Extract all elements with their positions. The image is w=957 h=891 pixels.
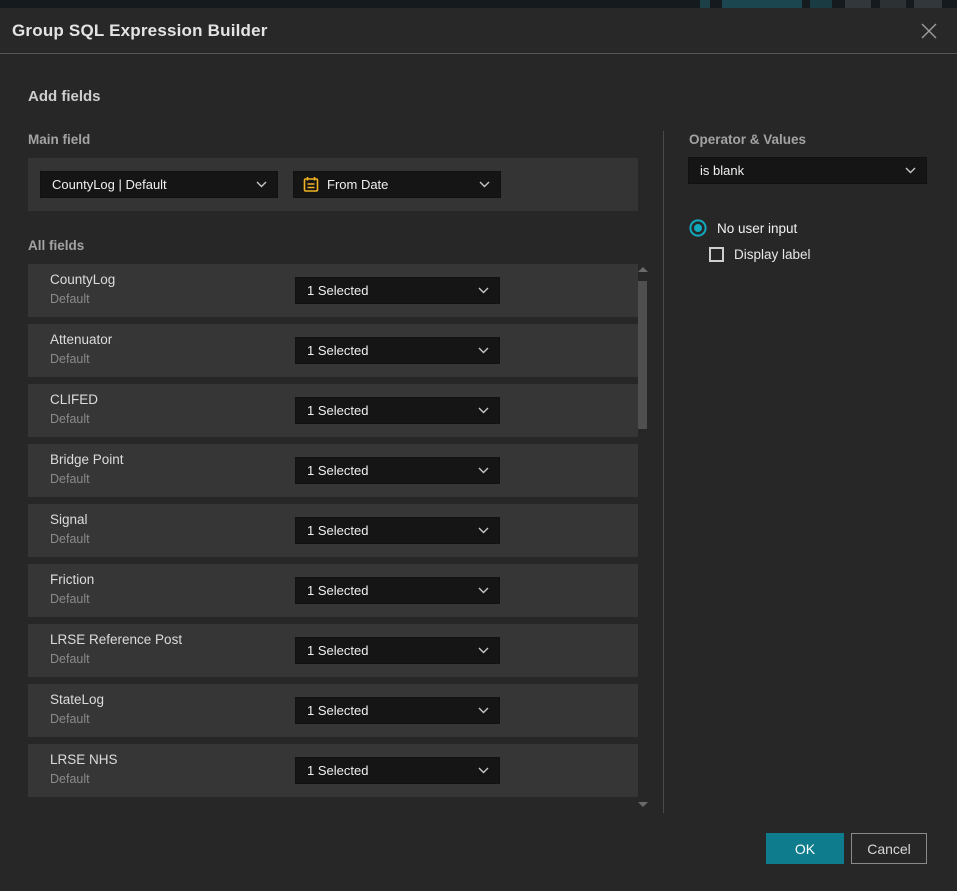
background-app-strip (0, 0, 957, 8)
field-row: LRSE Reference Post Default 1 Selected (28, 624, 638, 677)
field-name-label: Signal (50, 512, 88, 527)
main-field-source-dropdown[interactable]: CountyLog | Default (40, 171, 278, 198)
chevron-down-icon (478, 767, 489, 774)
chevron-down-icon (478, 467, 489, 474)
field-name-label: Attenuator (50, 332, 112, 347)
operator-value: is blank (689, 163, 905, 178)
dialog-titlebar: Group SQL Expression Builder (0, 8, 957, 54)
scroll-down-arrow-icon[interactable] (638, 802, 648, 807)
background-artifact (810, 0, 832, 8)
background-artifact (880, 0, 906, 8)
chevron-down-icon (256, 181, 267, 188)
screen: Group SQL Expression Builder Add fields … (0, 0, 957, 891)
chevron-down-icon (478, 647, 489, 654)
background-artifact (700, 0, 710, 8)
chevron-down-icon (479, 181, 490, 188)
chevron-down-icon (478, 407, 489, 414)
field-row: CountyLog Default 1 Selected (28, 264, 638, 317)
field-selected-dropdown[interactable]: 1 Selected (295, 457, 500, 484)
field-selected-dropdown[interactable]: 1 Selected (295, 337, 500, 364)
field-selected-value: 1 Selected (296, 763, 478, 778)
chevron-down-icon (478, 587, 489, 594)
field-name-label: CLIFED (50, 392, 98, 407)
field-subtitle-label: Default (50, 352, 90, 366)
chevron-down-icon (478, 287, 489, 294)
main-field-label: Main field (28, 132, 90, 147)
no-user-input-radio[interactable]: No user input (689, 219, 797, 237)
cancel-button[interactable]: Cancel (851, 833, 927, 864)
field-name-label: Bridge Point (50, 452, 124, 467)
main-field-field-dropdown[interactable]: From Date (293, 171, 501, 198)
field-selected-value: 1 Selected (296, 583, 478, 598)
field-selected-dropdown[interactable]: 1 Selected (295, 637, 500, 664)
close-icon (920, 22, 938, 40)
field-selected-value: 1 Selected (296, 343, 478, 358)
main-field-field-value: From Date (327, 177, 479, 192)
ok-button[interactable]: OK (766, 833, 844, 864)
no-user-input-label: No user input (717, 221, 797, 236)
field-selected-dropdown[interactable]: 1 Selected (295, 517, 500, 544)
field-subtitle-label: Default (50, 772, 90, 786)
field-row: Signal Default 1 Selected (28, 504, 638, 557)
field-name-label: LRSE Reference Post (50, 632, 182, 647)
dialog-title: Group SQL Expression Builder (12, 21, 268, 41)
background-artifact (722, 0, 802, 8)
field-subtitle-label: Default (50, 652, 90, 666)
field-subtitle-label: Default (50, 532, 90, 546)
radio-selected-icon (689, 219, 707, 237)
field-name-label: CountyLog (50, 272, 115, 287)
field-selected-value: 1 Selected (296, 643, 478, 658)
background-artifact (845, 0, 871, 8)
add-fields-heading: Add fields (28, 88, 101, 105)
scrollbar-thumb[interactable] (638, 281, 647, 429)
scroll-up-arrow-icon[interactable] (638, 267, 648, 272)
field-selected-value: 1 Selected (296, 463, 478, 478)
scrollbar (637, 262, 649, 810)
field-selected-value: 1 Selected (296, 403, 478, 418)
field-selected-dropdown[interactable]: 1 Selected (295, 697, 500, 724)
field-selected-dropdown[interactable]: 1 Selected (295, 397, 500, 424)
field-row: Bridge Point Default 1 Selected (28, 444, 638, 497)
display-label-text: Display label (734, 247, 811, 262)
chevron-down-icon (478, 707, 489, 714)
field-name-label: LRSE NHS (50, 752, 118, 767)
field-subtitle-label: Default (50, 292, 90, 306)
main-field-panel: CountyLog | Default From Date (28, 158, 638, 211)
chevron-down-icon (478, 527, 489, 534)
field-name-label: StateLog (50, 692, 104, 707)
field-selected-dropdown[interactable]: 1 Selected (295, 757, 500, 784)
all-fields-list: CountyLog Default 1 Selected Attenuator … (28, 264, 638, 804)
panel-divider (663, 131, 664, 813)
all-fields-label: All fields (28, 238, 84, 253)
field-subtitle-label: Default (50, 412, 90, 426)
field-row: StateLog Default 1 Selected (28, 684, 638, 737)
operator-values-heading: Operator & Values (689, 132, 806, 147)
display-label-checkbox[interactable]: Display label (709, 247, 811, 262)
chevron-down-icon (478, 347, 489, 354)
field-row: CLIFED Default 1 Selected (28, 384, 638, 437)
field-row: Attenuator Default 1 Selected (28, 324, 638, 377)
background-artifact (914, 0, 942, 8)
field-name-label: Friction (50, 572, 94, 587)
field-selected-value: 1 Selected (296, 523, 478, 538)
field-subtitle-label: Default (50, 712, 90, 726)
group-sql-expression-builder-dialog: Group SQL Expression Builder Add fields … (0, 8, 957, 891)
field-selected-value: 1 Selected (296, 283, 478, 298)
field-subtitle-label: Default (50, 592, 90, 606)
checkbox-unchecked-icon (709, 247, 724, 262)
operator-dropdown[interactable]: is blank (688, 157, 927, 184)
field-selected-dropdown[interactable]: 1 Selected (295, 277, 500, 304)
field-subtitle-label: Default (50, 472, 90, 486)
main-field-source-value: CountyLog | Default (41, 177, 256, 192)
field-selected-value: 1 Selected (296, 703, 478, 718)
chevron-down-icon (905, 167, 916, 174)
field-selected-dropdown[interactable]: 1 Selected (295, 577, 500, 604)
calendar-icon (303, 176, 319, 193)
field-row: LRSE NHS Default 1 Selected (28, 744, 638, 797)
field-row: Friction Default 1 Selected (28, 564, 638, 617)
close-button[interactable] (915, 17, 943, 45)
